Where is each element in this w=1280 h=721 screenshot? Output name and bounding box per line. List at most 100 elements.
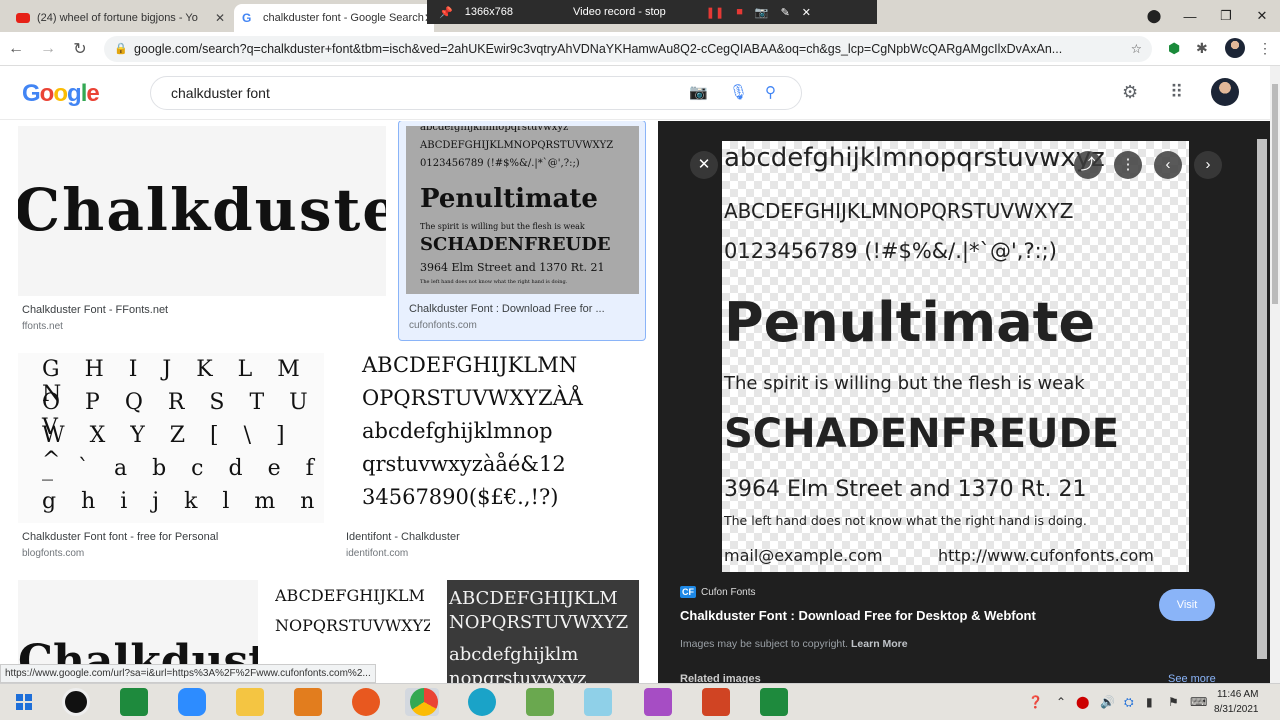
preview-source-name: Cufon Fonts <box>701 586 756 598</box>
notes-app-icon[interactable] <box>584 688 612 716</box>
tray-expand-icon[interactable]: ⌃ <box>1056 695 1066 709</box>
close-window-button[interactable]: ✕ <box>1244 8 1280 24</box>
minimize-button[interactable]: — <box>1172 9 1208 24</box>
pin-icon[interactable]: 📌 <box>439 6 453 19</box>
reload-icon[interactable]: ↻ <box>64 39 96 59</box>
preview-title[interactable]: Chalkduster Font : Download Free for Des… <box>680 608 1036 623</box>
sample-line: 3964 Elm Street and 1370 Rt. 21 <box>420 261 605 274</box>
recorder-close-icon[interactable]: ✕ <box>802 6 811 19</box>
tab-youtube[interactable]: (24) wheel of fortune bigjons - Yo ✕ <box>8 4 233 32</box>
clock-time: 11:46 AM <box>1216 689 1259 700</box>
wifi-icon[interactable]: ▮ <box>1146 695 1153 709</box>
preview-image[interactable]: abcdefghijklmnopqrstuvwxyz ABCDEFGHIJKLM… <box>722 141 1189 572</box>
zoom-icon[interactable] <box>178 688 206 716</box>
sample-line: ABCDEFGHIJKLMN <box>362 353 578 377</box>
rar-app-icon[interactable] <box>644 688 672 716</box>
excel-like-app-icon[interactable] <box>120 688 148 716</box>
recorder-toolbar: 📌 1366x768 Video record - stop ❚❚ ■ 📷 ✎ … <box>427 0 877 24</box>
sample-line: NOPQRSTUVWXYZ <box>449 612 629 633</box>
url-field[interactable]: 🔒 google.com/search?q=chalkduster+font&t… <box>104 36 1152 62</box>
apps-grid-icon[interactable]: ⠿ <box>1170 82 1183 103</box>
result-thumbnail[interactable]: ABCDEFGHIJKLMN OPQRSTUVWXYZÀÅ abcdefghij… <box>342 353 640 523</box>
next-icon[interactable]: › <box>1194 151 1222 179</box>
page-scrollbar[interactable] <box>1270 66 1280 683</box>
close-preview-icon[interactable]: ✕ <box>690 151 718 179</box>
preview-source[interactable]: CF Cufon Fonts <box>680 586 755 598</box>
excel-icon[interactable] <box>760 688 788 716</box>
result-card-selected[interactable]: abcdefghijklmnopqrstuvwxyz ABCDEFGHIJKLM… <box>398 121 646 341</box>
preview-line: mail@example.com <box>724 546 883 565</box>
chart-app-icon[interactable] <box>526 688 554 716</box>
system-clock[interactable]: 11:46 AM 8/31/2021 <box>1214 687 1259 717</box>
image-results-grid: Chalkduster Chalkduster Font - FFonts.ne… <box>0 121 658 683</box>
microphone-icon[interactable]: 🎙 <box>729 77 748 109</box>
lock-icon[interactable]: 🔒 <box>114 36 128 62</box>
profile-avatar[interactable] <box>1225 38 1245 58</box>
sample-line: 34567890($£€.,!?) <box>362 485 559 509</box>
extensions-puzzle-icon[interactable]: ✱ <box>1196 40 1208 57</box>
shield-extension-icon[interactable]: ⬢ <box>1168 40 1180 57</box>
browser-menu-icon[interactable]: ⋮ <box>1258 40 1272 57</box>
record-app-icon[interactable] <box>62 688 90 716</box>
result-title[interactable]: Chalkduster Font font - free for Persona… <box>22 531 218 543</box>
volume-icon[interactable]: 🔊 <box>1100 695 1115 709</box>
camera-search-icon[interactable]: 📷 <box>689 77 708 109</box>
maximize-button[interactable]: ❐ <box>1208 8 1244 24</box>
tab-google-search[interactable]: G chalkduster font - Google Search ✕ <box>234 4 434 32</box>
edge-icon[interactable] <box>468 688 496 716</box>
search-input[interactable]: chalkduster font 📷 🎙 ⚲ <box>150 76 802 110</box>
result-thumbnail[interactable]: Chalkduster <box>18 126 386 296</box>
learn-more-link[interactable]: Learn More <box>851 638 908 650</box>
network-icon[interactable]: ⛭ <box>1124 695 1134 710</box>
back-icon[interactable]: ← <box>0 40 32 58</box>
pen-icon[interactable]: ✎ <box>781 6 790 19</box>
result-thumbnail[interactable]: abcdefghijklmnopqrstuvwxyz ABCDEFGHIJKLM… <box>406 126 639 294</box>
google-doodle-logo[interactable]: Google <box>22 80 100 108</box>
result-title[interactable]: Chalkduster Font : Download Free for ... <box>409 303 639 315</box>
sample-line: ABCDEFGHIJKLM <box>449 588 618 609</box>
panel-scrollbar[interactable] <box>1254 121 1270 683</box>
sample-line: OPQRSTUVWXYZÀÅ <box>362 386 583 410</box>
image-preview-panel: abcdefghijklmnopqrstuvwxyz ABCDEFGHIJKLM… <box>658 121 1254 683</box>
bookmark-star-icon[interactable]: ☆ <box>1131 36 1142 62</box>
sample-line: qrstuvwxyzàåé&12 <box>362 452 566 476</box>
result-site: blogfonts.com <box>22 548 85 559</box>
chrome-icon[interactable] <box>410 688 438 716</box>
help-icon[interactable]: ❓ <box>1028 695 1043 709</box>
result-title[interactable]: Chalkduster Font - FFonts.net <box>22 304 168 316</box>
stop-icon[interactable]: ■ <box>736 6 743 18</box>
camera-icon[interactable]: 📷 <box>755 6 769 19</box>
sample-line: The left hand does not know what the rig… <box>420 279 568 285</box>
result-thumbnail[interactable]: ABCDEFGHIJKLM NOPQRSTUVWXYZ abcdefghijkl… <box>447 580 639 683</box>
sample-line: The spirit is willing but the flesh is w… <box>420 222 585 231</box>
result-site: ffonts.net <box>22 321 63 332</box>
result-card[interactable]: G H I J K L M N O P Q R S T U V W X Y Z … <box>18 353 324 561</box>
window-controls: ⬤ — ❐ ✕ <box>1136 0 1280 32</box>
recording-tray-icon[interactable]: ⬤ <box>1076 695 1089 709</box>
preview-line: 0123456789 (!#$%&/.|*`@',?:;) <box>724 239 1057 263</box>
result-thumbnail[interactable]: G H I J K L M N O P Q R S T U V W X Y Z … <box>18 353 324 523</box>
firefox-icon[interactable] <box>352 688 380 716</box>
flag-icon[interactable]: ⚑ <box>1168 695 1179 709</box>
previous-icon[interactable]: ‹ <box>1154 151 1182 179</box>
result-title[interactable]: Identifont - Chalkduster <box>346 531 460 543</box>
windows-start-icon[interactable] <box>10 688 38 716</box>
search-icon[interactable]: ⚲ <box>765 77 776 109</box>
settings-gear-icon[interactable]: ⚙ <box>1122 82 1138 103</box>
visit-button[interactable]: Visit <box>1159 589 1215 621</box>
sample-line: nopqrstuvwxyz <box>449 668 587 683</box>
result-card[interactable]: Chalkduster Chalkduster Font - FFonts.ne… <box>18 126 388 336</box>
forward-icon[interactable]: → <box>32 40 64 58</box>
tab-close-icon[interactable]: ✕ <box>215 11 225 25</box>
account-avatar[interactable] <box>1211 78 1239 106</box>
result-card[interactable]: ABCDEFGHIJKLMN OPQRSTUVWXYZÀÅ abcdefghij… <box>342 353 640 561</box>
pause-icon[interactable]: ❚❚ <box>706 6 724 19</box>
see-more-link[interactable]: See more <box>1168 673 1216 683</box>
keyboard-icon[interactable]: ⌨ <box>1190 695 1207 709</box>
share-icon[interactable]: ⤴ <box>1074 151 1102 179</box>
powerpoint-icon[interactable] <box>702 688 730 716</box>
profile-dropdown-icon[interactable]: ⬤ <box>1136 8 1172 24</box>
file-explorer-icon[interactable] <box>236 688 264 716</box>
media-player-icon[interactable] <box>294 688 322 716</box>
more-options-icon[interactable]: ⋮ <box>1114 151 1142 179</box>
